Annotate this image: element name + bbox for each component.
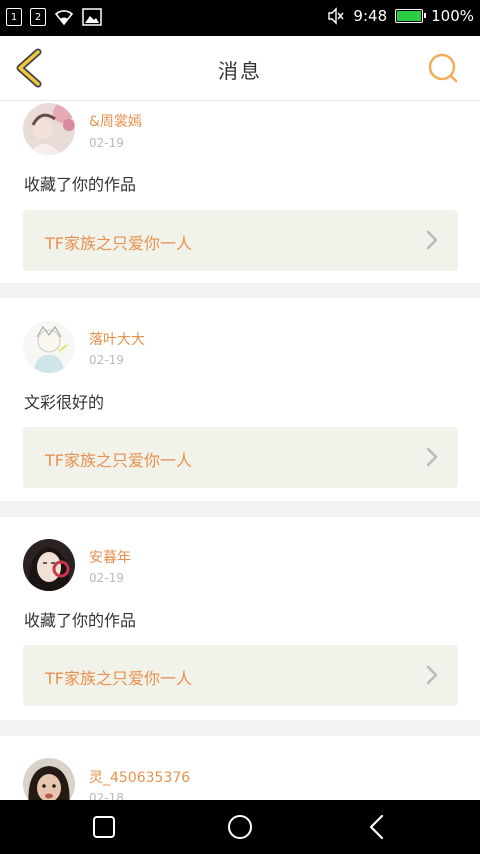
list-item: 落叶大大 02-19 文彩很好的 TF家族之只爱你一人 <box>0 298 480 501</box>
username[interactable]: 安暮年 <box>89 547 131 567</box>
work-title: TF家族之只爱你一人 <box>45 451 192 470</box>
battery-icon <box>395 9 427 23</box>
avatar[interactable] <box>23 321 75 373</box>
avatar[interactable] <box>23 539 75 591</box>
system-nav-bar <box>0 800 480 854</box>
battery-text: 100% <box>431 7 474 25</box>
list-item: 灵_450635376 02-18 <box>0 736 480 800</box>
wifi-icon <box>54 8 74 26</box>
avatar[interactable] <box>23 103 75 155</box>
square-icon <box>93 816 115 838</box>
clock-text: 9:48 <box>353 7 388 25</box>
sim1-icon: 1 <box>6 8 22 26</box>
mute-icon <box>327 7 345 25</box>
image-notification-icon <box>82 8 102 26</box>
work-link[interactable]: TF家族之只爱你一人 <box>23 427 458 488</box>
username[interactable]: 落叶大大 <box>89 329 145 349</box>
list-item: 安暮年 02-19 收藏了你的作品 TF家族之只爱你一人 <box>0 517 480 720</box>
work-title: TF家族之只爱你一人 <box>45 669 192 688</box>
message-list[interactable]: &周裳嫣 02-19 收藏了你的作品 TF家族之只爱你一人 落叶大大 02-19… <box>0 101 480 800</box>
sim2-icon: 2 <box>30 8 46 26</box>
nav-back-button[interactable] <box>364 814 390 840</box>
app-header: 消息 <box>0 36 480 101</box>
page-title: 消息 <box>218 59 262 83</box>
status-bar: 1 2 9:48 100% <box>0 0 480 36</box>
message-text: 收藏了你的作品 <box>24 611 137 630</box>
circle-icon <box>228 815 252 839</box>
search-icon <box>428 53 458 83</box>
chevron-right-icon <box>426 447 438 467</box>
date: 02-19 <box>89 136 124 150</box>
triangle-back-icon <box>369 814 384 840</box>
username[interactable]: &周裳嫣 <box>89 111 142 131</box>
username[interactable]: 灵_450635376 <box>89 767 190 787</box>
message-text: 收藏了你的作品 <box>24 175 137 194</box>
work-title: TF家族之只爱你一人 <box>45 234 192 253</box>
avatar[interactable] <box>23 758 75 800</box>
home-button[interactable] <box>227 814 253 840</box>
recent-apps-button[interactable] <box>91 814 117 840</box>
date: 02-18 <box>89 791 124 800</box>
list-item: &周裳嫣 02-19 收藏了你的作品 TF家族之只爱你一人 <box>0 101 480 283</box>
search-button[interactable] <box>426 51 460 85</box>
date: 02-19 <box>89 571 124 585</box>
chevron-right-icon <box>426 665 438 685</box>
date: 02-19 <box>89 353 124 367</box>
message-text: 文彩很好的 <box>24 393 105 412</box>
work-link[interactable]: TF家族之只爱你一人 <box>23 210 458 271</box>
work-link[interactable]: TF家族之只爱你一人 <box>23 645 458 706</box>
chevron-right-icon <box>426 230 438 250</box>
